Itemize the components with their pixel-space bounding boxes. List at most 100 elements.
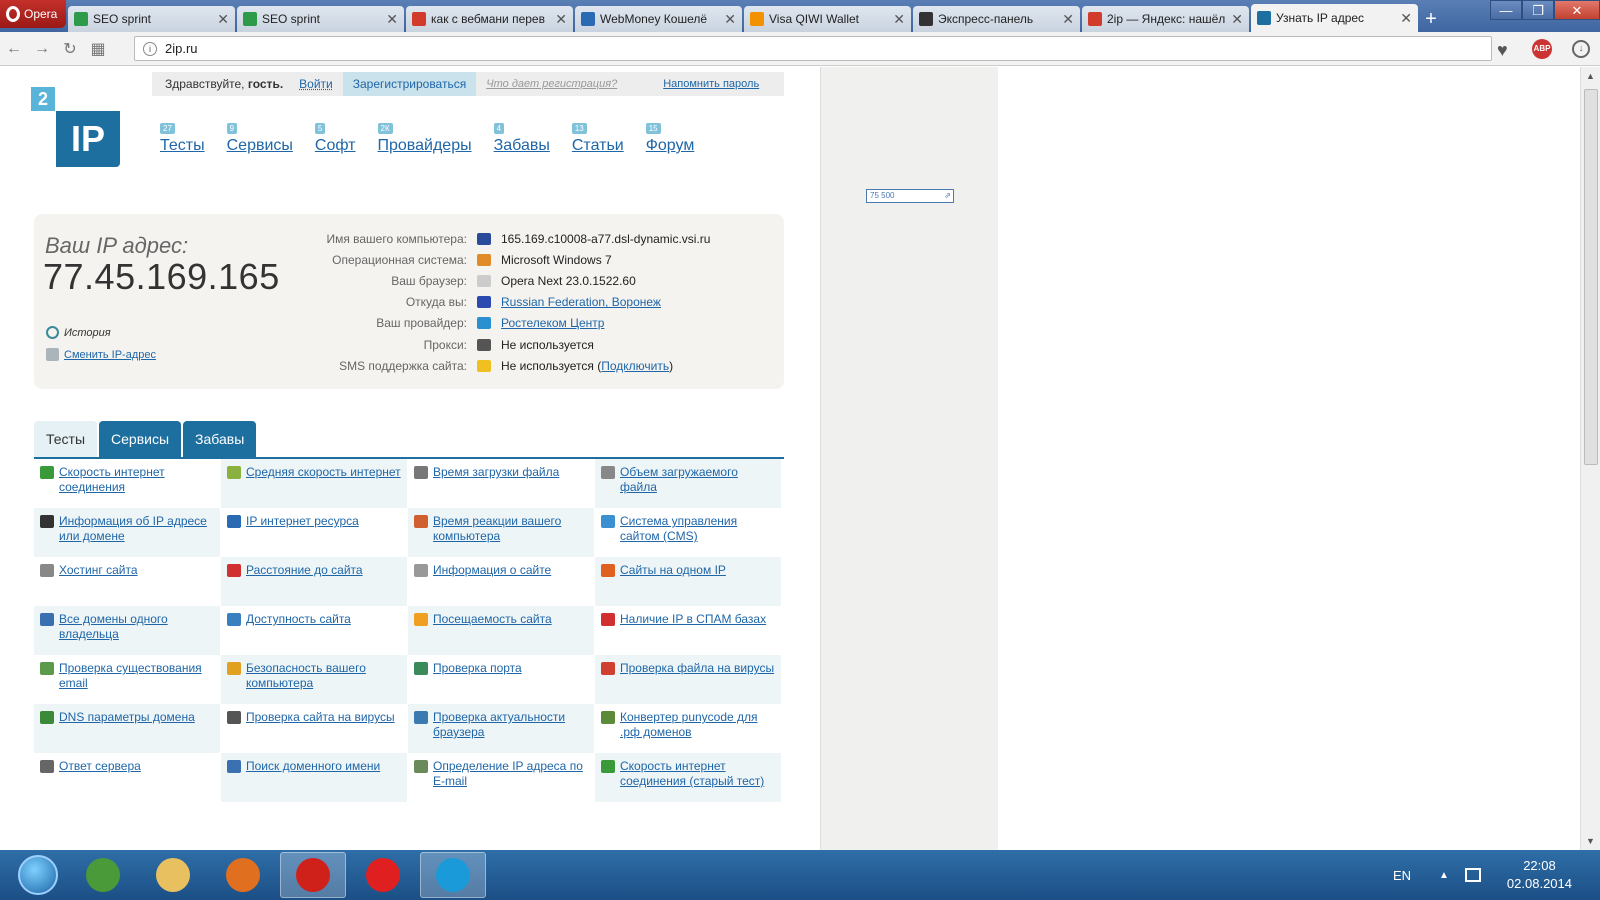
service-link[interactable]: Объем загружаемого файла: [620, 465, 775, 495]
service-item: Сайты на одном IP: [595, 557, 782, 606]
browser-tab[interactable]: SEO sprint ✕: [68, 6, 235, 32]
close-tab-icon[interactable]: ✕: [893, 11, 905, 28]
window-controls: — ❐ ✕: [1490, 0, 1600, 20]
visitor-counter[interactable]: 75 500 ⇗: [866, 189, 954, 203]
scroll-down-icon[interactable]: ▼: [1586, 836, 1595, 846]
browser-tab[interactable]: Visa QIWI Wallet ✕: [744, 6, 911, 32]
service-link[interactable]: Проверка актуальности браузера: [433, 710, 588, 740]
start-button[interactable]: [10, 852, 66, 898]
section-tab[interactable]: Сервисы: [99, 421, 182, 457]
taskbar-app-media-player[interactable]: [210, 852, 276, 898]
login-link[interactable]: Войти: [299, 77, 333, 91]
change-ip-link[interactable]: Сменить IP-адрес: [46, 348, 156, 361]
bookmark-heart-icon[interactable]: ♥: [1497, 40, 1508, 61]
nav-label: Сервисы: [226, 137, 293, 154]
close-tab-icon[interactable]: ✕: [555, 11, 567, 28]
registration-info-link[interactable]: Что дает регистрация?: [486, 78, 617, 90]
browser-tab[interactable]: SEO sprint ✕: [237, 6, 404, 32]
adblock-plus-icon[interactable]: ABP: [1532, 39, 1552, 59]
service-link[interactable]: Система управления сайтом (CMS): [620, 514, 775, 544]
close-window-button[interactable]: ✕: [1554, 0, 1600, 20]
reload-icon[interactable]: ↻: [56, 39, 84, 59]
back-icon[interactable]: ←: [0, 40, 28, 58]
service-link[interactable]: Проверка файла на вирусы: [620, 661, 774, 676]
section-tab[interactable]: Тесты: [34, 421, 98, 457]
service-link[interactable]: Сайты на одном IP: [620, 563, 726, 578]
close-tab-icon[interactable]: ✕: [386, 11, 398, 28]
info-value[interactable]: Russian Federation, Воронеж: [501, 295, 661, 309]
service-link[interactable]: Проверка существования email: [59, 661, 214, 691]
close-tab-icon[interactable]: ✕: [1231, 11, 1243, 28]
history-link[interactable]: История: [46, 326, 111, 339]
service-link[interactable]: Скорость интернет соединения (старый тес…: [620, 759, 775, 789]
close-tab-icon[interactable]: ✕: [217, 11, 229, 28]
scroll-thumb[interactable]: [1584, 89, 1598, 465]
browser-tab[interactable]: 2ip — Яндекс: нашёл ✕: [1082, 6, 1249, 32]
close-tab-icon[interactable]: ✕: [724, 11, 736, 28]
register-link[interactable]: Зарегистрироваться: [342, 72, 477, 96]
taskbar-app-skype[interactable]: [420, 852, 486, 898]
network-icon[interactable]: [1464, 868, 1481, 882]
service-link[interactable]: Ответ сервера: [59, 759, 141, 774]
downloads-icon[interactable]: ↓: [1572, 40, 1590, 58]
nav-item[interactable]: 2К Провайдеры: [377, 123, 472, 155]
address-bar[interactable]: i 2ip.ru: [134, 36, 1492, 61]
tray-expand-icon[interactable]: ▲: [1439, 870, 1449, 881]
service-link[interactable]: Доступность сайта: [246, 612, 351, 627]
taskbar-app-opera[interactable]: [280, 852, 346, 898]
taskbar-app-chrome[interactable]: [70, 852, 136, 898]
taskbar-app-explorer[interactable]: [140, 852, 206, 898]
arrow-return-icon: [46, 348, 59, 361]
opera-menu-button[interactable]: Opera: [0, 0, 66, 28]
nav-item[interactable]: 15 Форум: [645, 123, 694, 155]
service-link[interactable]: IP интернет ресурса: [246, 514, 359, 529]
minimize-button[interactable]: —: [1490, 0, 1522, 20]
service-link[interactable]: Время загрузки файла: [433, 465, 559, 480]
clock[interactable]: 22:08 02.08.2014: [1507, 857, 1572, 893]
section-tab[interactable]: Забавы: [183, 421, 257, 457]
info-value[interactable]: Ростелеком Центр: [501, 316, 604, 330]
service-link[interactable]: Наличие IP в СПАМ базах: [620, 612, 766, 627]
close-tab-icon[interactable]: ✕: [1062, 11, 1074, 28]
language-indicator[interactable]: EN: [1393, 868, 1411, 883]
service-link[interactable]: Информация об IP адресе или домене: [59, 514, 214, 544]
browser-tab[interactable]: Экспресс-панель ✕: [913, 6, 1080, 32]
service-link[interactable]: Безопасность вашего компьютера: [246, 661, 401, 691]
nav-item[interactable]: 5 Софт: [314, 123, 356, 155]
service-link[interactable]: Посещаемость сайта: [433, 612, 552, 627]
service-link[interactable]: Конвертер punycode для .рф доменов: [620, 710, 775, 740]
nav-item[interactable]: 4 Забавы: [493, 123, 550, 155]
service-link[interactable]: Информация о сайте: [433, 563, 551, 578]
service-link[interactable]: Средняя скорость интернет: [246, 465, 401, 480]
logo-small[interactable]: 2: [31, 87, 55, 111]
nav-item[interactable]: 27 Тесты: [160, 123, 205, 155]
nav-item[interactable]: 13 Статьи: [571, 123, 624, 155]
service-link[interactable]: Поиск доменного имени: [246, 759, 380, 774]
service-link[interactable]: Хостинг сайта: [59, 563, 138, 578]
remind-password-link[interactable]: Напомнить пароль: [663, 78, 759, 90]
browser-tab[interactable]: как с вебмани перев ✕: [406, 6, 573, 32]
service-link[interactable]: Расстояние до сайта: [246, 563, 363, 578]
browser-tab-label: как с вебмани перев: [431, 12, 545, 26]
service-link[interactable]: Определение IP адреса по E-mail: [433, 759, 588, 789]
service-link[interactable]: Все домены одного владельца: [59, 612, 214, 642]
vertical-scrollbar[interactable]: ▲ ▼: [1580, 67, 1600, 850]
maximize-button[interactable]: ❐: [1522, 0, 1554, 20]
scroll-up-icon[interactable]: ▲: [1586, 71, 1595, 81]
service-link[interactable]: Скорость интернет соединения: [59, 465, 214, 495]
nav-item[interactable]: 9 Сервисы: [226, 123, 293, 155]
logo-ip[interactable]: IP: [56, 111, 120, 167]
close-tab-icon[interactable]: ✕: [1400, 10, 1412, 27]
service-link[interactable]: Проверка сайта на вирусы: [246, 710, 395, 725]
speed-dial-icon[interactable]: ▦: [84, 39, 112, 59]
connect-link[interactable]: Подключить: [601, 359, 669, 373]
service-link[interactable]: DNS параметры домена: [59, 710, 195, 725]
browser-tab[interactable]: WebMoney Кошелё ✕: [575, 6, 742, 32]
site-info-icon[interactable]: i: [143, 41, 157, 56]
browser-tab[interactable]: Узнать IP адрес ✕: [1251, 4, 1418, 32]
taskbar-app-yandex[interactable]: [350, 852, 416, 898]
service-link[interactable]: Проверка порта: [433, 661, 522, 676]
service-link[interactable]: Время реакции вашего компьютера: [433, 514, 588, 544]
new-tab-button[interactable]: +: [1418, 6, 1444, 32]
forward-icon[interactable]: →: [28, 40, 56, 58]
